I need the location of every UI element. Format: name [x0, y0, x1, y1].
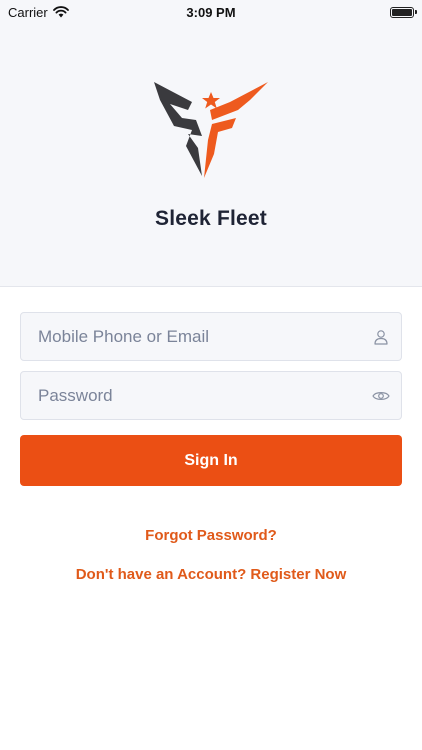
status-bar: Carrier 3:09 PM — [0, 0, 422, 24]
battery-icon — [390, 6, 417, 18]
user-icon — [361, 313, 401, 360]
eye-icon[interactable] — [361, 372, 401, 419]
battery-level — [392, 8, 412, 16]
status-time: 3:09 PM — [186, 4, 236, 20]
password-field[interactable] — [20, 371, 402, 420]
email-field[interactable] — [20, 312, 402, 361]
password-input[interactable] — [21, 372, 361, 419]
brand-name: Sleek Fleet — [155, 207, 267, 230]
sleek-fleet-logo — [154, 82, 268, 178]
header-panel: Sleek Fleet — [0, 0, 422, 287]
forgot-password-link[interactable]: Forgot Password? — [0, 527, 422, 544]
email-input[interactable] — [21, 313, 361, 360]
signin-button[interactable]: Sign In — [20, 435, 402, 486]
register-link[interactable]: Don't have an Account? Register Now — [0, 566, 422, 583]
